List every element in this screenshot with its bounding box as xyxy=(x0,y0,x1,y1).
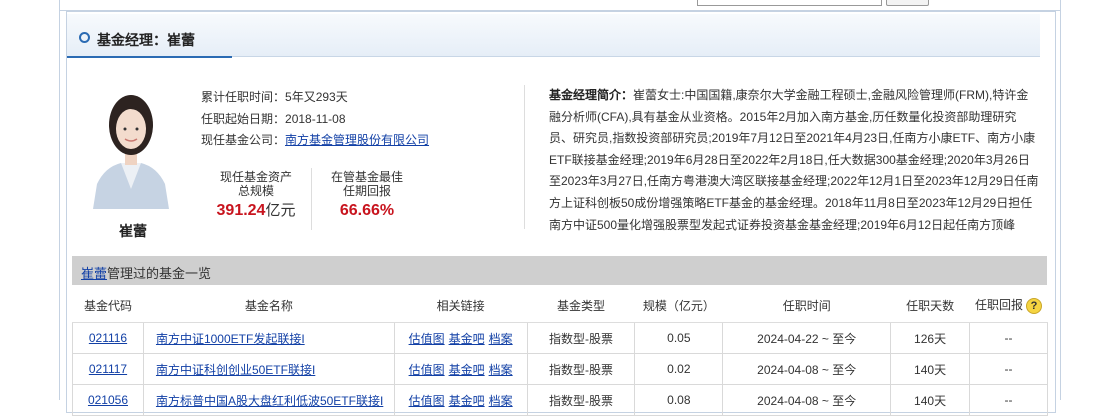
tenure-label: 累计任职时间： xyxy=(201,90,286,104)
table-row: 021056 南方标普中国A股大盘红利低波50ETF联接I 估值图 基金吧 档案 指… xyxy=(72,384,1048,416)
valuation-chart-link[interactable]: 估值图 xyxy=(409,332,445,346)
fund-type: 指数型-股票 xyxy=(526,384,636,416)
start-date-row: 任职起始日期：2018-11-08 xyxy=(201,110,346,127)
fund-name-link[interactable]: 南方标普中国A股大盘红利低波50ETF联接I xyxy=(156,394,383,408)
return-value: 66.66% xyxy=(339,202,395,219)
title-underline xyxy=(67,56,232,58)
fund-period: 2024-04-22 ~ 至今 xyxy=(722,322,892,354)
section-title: 基金经理：崔蕾 xyxy=(97,32,195,48)
fund-return: -- xyxy=(969,384,1048,416)
manager-bio: 基金经理简介：崔蕾女士:中国国籍,康奈尔大学金融工程硕士,金融风险管理师(FRM… xyxy=(549,85,1039,233)
fund-profile-link[interactable]: 档案 xyxy=(489,394,513,408)
table-row: 021117 南方中证科创创业50ETF联接I 估值图 基金吧 档案 指数型-股票 … xyxy=(72,353,1048,385)
fund-days: 140天 xyxy=(890,384,971,416)
manager-photo xyxy=(91,89,171,209)
col-header-type: 基金类型 xyxy=(527,288,635,323)
fund-scale: 0.05 xyxy=(634,322,724,354)
table-header-row: 基金代码 基金名称 相关链接 基金类型 规模（亿元） 任职时间 任职天数 任职回… xyxy=(72,288,1048,323)
fund-table: 基金代码 基金名称 相关链接 基金类型 规模（亿元） 任职时间 任职天数 任职回… xyxy=(72,288,1048,416)
assets-value: 391.24亿元 xyxy=(210,202,302,219)
stat-divider xyxy=(311,168,312,230)
fund-scale: 0.08 xyxy=(634,384,724,416)
assets-unit: 亿元 xyxy=(265,202,296,219)
col-header-return-label: 任职回报 xyxy=(975,298,1024,313)
fund-list-title: 崔蕾管理过的基金一览 xyxy=(81,263,211,282)
fund-name-link[interactable]: 南方中证1000ETF发起联接I xyxy=(156,332,305,346)
col-header-days: 任职天数 xyxy=(890,288,970,323)
fund-code-link[interactable]: 021117 xyxy=(89,362,127,376)
fund-type: 指数型-股票 xyxy=(526,353,636,385)
col-header-code: 基金代码 xyxy=(72,288,144,323)
bio-label: 基金经理简介： xyxy=(549,88,634,102)
manager-name: 崔蕾 xyxy=(119,223,147,239)
table-row: 021116 南方中证1000ETF发起联接I 估值图 基金吧 档案 指数型-股票 … xyxy=(72,322,1048,354)
fund-profile-link[interactable]: 档案 xyxy=(489,332,513,346)
company-link[interactable]: 南方基金管理股份有限公司 xyxy=(285,133,429,147)
fund-code-link[interactable]: 021056 xyxy=(88,393,128,407)
col-header-scale: 规模（亿元） xyxy=(634,288,723,323)
return-label-line2: 任期回报 xyxy=(342,184,391,198)
return-label-line1: 在管基金最佳 xyxy=(330,170,403,184)
assets-number: 391.24 xyxy=(216,202,266,219)
start-date-value: 2018-11-08 xyxy=(285,112,346,126)
top-search-bar xyxy=(60,0,1060,11)
col-header-period: 任职时间 xyxy=(722,288,891,323)
valuation-chart-link[interactable]: 估值图 xyxy=(409,394,445,408)
valuation-chart-link[interactable]: 估值图 xyxy=(409,363,445,377)
fund-name-link[interactable]: 南方中证科创创业50ETF联接I xyxy=(156,363,315,377)
manager-name-link[interactable]: 崔蕾 xyxy=(81,266,107,281)
fund-list-title-bar: 崔蕾管理过的基金一览 xyxy=(72,256,1047,285)
col-header-links: 相关链接 xyxy=(394,288,528,323)
bio-text: 崔蕾女士:中国国籍,康奈尔大学金融工程硕士,金融风险管理师(FRM),特许金融分… xyxy=(549,88,1039,232)
fund-scale: 0.02 xyxy=(634,353,724,385)
total-assets-stat: 现任基金资产 总规模 391.24亿元 xyxy=(210,170,302,219)
tenure-row: 累计任职时间：5年又293天 xyxy=(201,88,348,105)
fund-period: 2024-04-08 ~ 至今 xyxy=(722,353,892,385)
fund-code-link[interactable]: 021116 xyxy=(89,331,127,345)
company-row: 现任基金公司：南方基金管理股份有限公司 xyxy=(201,131,429,148)
fund-profile-link[interactable]: 档案 xyxy=(489,363,513,377)
start-date-label: 任职起始日期： xyxy=(201,112,286,126)
section-header: 基金经理：崔蕾 xyxy=(67,14,1040,58)
assets-label-line1: 现任基金资产 xyxy=(219,170,292,184)
company-label: 现任基金公司： xyxy=(201,133,286,147)
tenure-value: 5年又293天 xyxy=(285,90,348,104)
fund-return: -- xyxy=(969,322,1048,354)
fund-days: 140天 xyxy=(890,353,971,385)
fund-forum-link[interactable]: 基金吧 xyxy=(449,332,485,346)
page-frame: 基金经理：崔蕾 崔蕾 累计任职时间：5年又293天 任职起始日期：2018-11… xyxy=(59,0,1061,416)
best-return-stat: 在管基金最佳 任期回报 66.66% xyxy=(321,170,413,219)
search-input[interactable] xyxy=(697,0,882,6)
fund-forum-link[interactable]: 基金吧 xyxy=(449,363,485,377)
fund-return: -- xyxy=(969,353,1048,385)
assets-label-line2: 总规模 xyxy=(237,184,274,198)
circle-bullet-icon xyxy=(79,32,90,43)
fund-list-title-text: 管理过的基金一览 xyxy=(107,266,212,281)
fund-type: 指数型-股票 xyxy=(526,322,636,354)
fund-forum-link[interactable]: 基金吧 xyxy=(449,394,485,408)
search-button[interactable] xyxy=(886,0,929,6)
col-header-return: 任职回报? xyxy=(969,288,1048,323)
bio-divider xyxy=(524,85,525,229)
help-icon[interactable]: ? xyxy=(1026,297,1043,314)
fund-period: 2024-04-08 ~ 至今 xyxy=(722,384,892,416)
col-header-name: 基金名称 xyxy=(143,288,395,323)
fund-days: 126天 xyxy=(890,322,971,354)
